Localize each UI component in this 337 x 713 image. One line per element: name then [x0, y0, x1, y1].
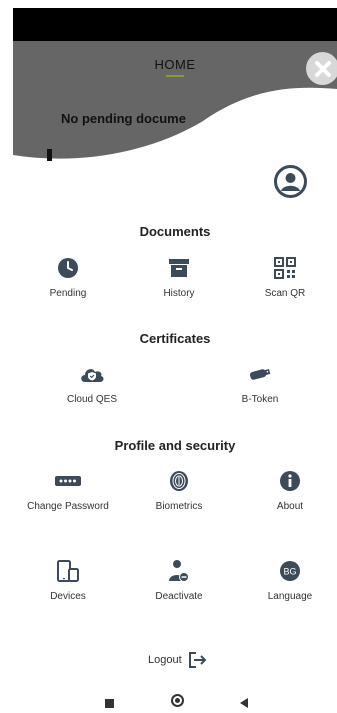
profile-avatar-button[interactable]	[274, 165, 307, 198]
close-menu-button[interactable]	[306, 52, 337, 85]
password-dots-icon	[55, 476, 81, 486]
scan-qr-label: Scan QR	[264, 288, 306, 299]
archive-icon	[169, 259, 189, 277]
language-label: Language	[267, 591, 313, 602]
user-remove-icon	[169, 560, 189, 582]
change-password-item[interactable]: Change Password	[18, 469, 118, 512]
recent-apps-button[interactable]	[105, 699, 114, 708]
deactivate-label: Deactivate	[155, 591, 203, 602]
b-token-label: B-Token	[241, 394, 279, 405]
certificates-heading: Certificates	[139, 331, 211, 346]
logout-label: Logout	[148, 654, 182, 666]
history-label: History	[163, 288, 195, 299]
status-bar	[0, 0, 337, 8]
devices-label: Devices	[50, 591, 86, 602]
biometrics-label: Biometrics	[155, 501, 203, 512]
clock-icon	[58, 258, 78, 278]
devices-icon	[57, 560, 79, 582]
profile-security-heading: Profile and security	[114, 438, 236, 453]
devices-item[interactable]: Devices	[18, 559, 118, 602]
system-nav-bar	[0, 693, 337, 713]
documents-heading: Documents	[139, 224, 211, 239]
app-top-bar	[13, 8, 337, 41]
about-item[interactable]: About	[240, 469, 337, 512]
fingerprint-icon	[170, 471, 188, 491]
language-icon: BG	[280, 561, 300, 581]
user-avatar-icon	[274, 165, 307, 198]
qr-code-icon	[274, 257, 296, 279]
scan-qr-item[interactable]: Scan QR	[235, 256, 335, 299]
cloud-qes-label: Cloud QES	[66, 394, 118, 405]
logout-icon	[188, 652, 207, 668]
history-item[interactable]: History	[129, 256, 229, 299]
close-icon	[314, 60, 331, 77]
info-icon	[280, 471, 300, 491]
home-header: HOME No pending docume	[13, 41, 337, 161]
deactivate-item[interactable]: Deactivate	[129, 559, 229, 602]
cloud-shield-icon	[81, 369, 104, 382]
usb-token-icon	[249, 368, 271, 380]
language-item[interactable]: BG Language	[240, 559, 337, 602]
b-token-item[interactable]: B-Token	[210, 362, 310, 405]
pending-item[interactable]: Pending	[18, 256, 118, 299]
logout-button[interactable]: Logout	[148, 651, 208, 669]
biometrics-item[interactable]: Biometrics	[129, 469, 229, 512]
wave-overlay	[13, 87, 337, 161]
home-nav-button[interactable]	[171, 694, 184, 707]
back-nav-button[interactable]	[240, 698, 248, 708]
change-password-label: Change Password	[27, 501, 109, 512]
about-label: About	[276, 501, 304, 512]
cloud-qes-item[interactable]: Cloud QES	[42, 362, 142, 405]
language-badge-text: BG	[283, 567, 296, 577]
pending-label: Pending	[49, 288, 87, 299]
